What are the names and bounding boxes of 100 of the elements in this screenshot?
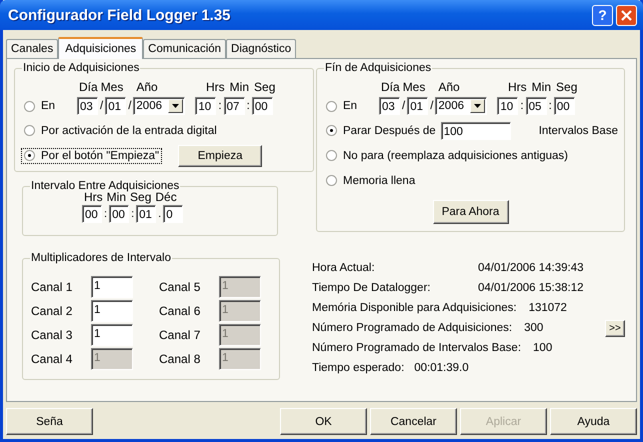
- column-label: Mes: [100, 80, 124, 94]
- info-label: Tiempo esperado:: [312, 362, 404, 374]
- input-field: 1: [219, 348, 261, 370]
- dialog-button[interactable]: Ayuda: [550, 408, 637, 435]
- column-label: Hrs: [508, 80, 527, 94]
- input-field[interactable]: 0: [163, 205, 184, 223]
- separator-text: .: [157, 208, 162, 220]
- column-label: Hrs: [206, 80, 225, 94]
- radio-option[interactable]: Parar Después de: [323, 122, 439, 138]
- separator-text: :: [548, 100, 553, 112]
- separator-text: :: [519, 100, 525, 112]
- separator-text: /: [127, 100, 132, 112]
- column-label: Día: [79, 80, 98, 94]
- dialog-button[interactable]: Cancelar: [370, 408, 457, 435]
- info-value: 04/01/2006 15:38:12: [478, 282, 584, 294]
- group-title: Intervalo Entre Adquisiciones: [30, 180, 180, 192]
- info-value: 131072: [528, 302, 567, 314]
- separator-text: :: [246, 100, 251, 112]
- close-button[interactable]: [616, 4, 637, 26]
- input-field: 1: [219, 276, 261, 298]
- info-label: Número Programado de Adquisiciones:: [312, 322, 512, 334]
- group-title: Multiplicadores de Intervalo: [30, 252, 172, 264]
- separator-text: /: [429, 100, 434, 112]
- input-field[interactable]: 100: [440, 122, 511, 140]
- column-label: Seg: [130, 190, 152, 204]
- radio-option[interactable]: Por activación de la entrada digital: [21, 122, 220, 138]
- radio-option[interactable]: Por el botón "Empieza": [21, 148, 162, 164]
- start-button[interactable]: Empieza: [178, 144, 262, 166]
- separator-text: /: [99, 100, 104, 112]
- info-label: Número Programado de Intervalos Base:: [312, 342, 522, 354]
- unit-label: Intervalos Base: [538, 124, 618, 136]
- channel-label: Canal 1: [31, 280, 74, 294]
- column-label: Seg: [556, 80, 578, 94]
- column-label: Año: [438, 80, 460, 94]
- input-field[interactable]: 1: [91, 324, 133, 346]
- caret-icon: [474, 104, 482, 108]
- input-field[interactable]: 00: [554, 97, 575, 115]
- dropdown[interactable]: 2006: [435, 97, 488, 115]
- input-field[interactable]: 07: [224, 97, 245, 115]
- radio-option[interactable]: Memoria llena: [323, 172, 418, 188]
- dialog-button[interactable]: Seña: [6, 408, 93, 435]
- column-label: Min: [532, 80, 552, 94]
- dropdown[interactable]: 2006: [133, 97, 186, 115]
- info-label: Tiempo De Datalogger:: [312, 282, 432, 294]
- dropdown-arrow-button[interactable]: [470, 99, 486, 113]
- channel-label: Canal 8: [159, 352, 202, 366]
- column-label: Min: [230, 80, 250, 94]
- column-label: Día: [381, 80, 400, 94]
- info-value: 300: [524, 322, 544, 334]
- close-icon: [621, 10, 632, 20]
- column-label: Año: [136, 80, 158, 94]
- input-field[interactable]: 00: [82, 205, 102, 223]
- channel-label: Canal 6: [159, 304, 202, 318]
- group-title: Fín de Adquisiciones: [324, 62, 432, 74]
- info-value: 100: [533, 342, 552, 354]
- more-button[interactable]: >>: [605, 320, 625, 336]
- help-button[interactable]: ?: [592, 4, 613, 26]
- tab[interactable]: Diagnóstico: [226, 39, 296, 58]
- radio-option[interactable]: No para (reemplaza adquisiciones antiguas): [323, 148, 572, 164]
- stop-now-button[interactable]: Para Ahora: [432, 200, 508, 224]
- radio-option[interactable]: En: [21, 98, 77, 114]
- separator-text: /: [401, 100, 406, 112]
- input-field[interactable]: 03: [77, 97, 98, 115]
- column-label: Mes: [402, 80, 426, 94]
- input-field[interactable]: 1: [91, 276, 133, 298]
- info-label: Memória Disponible para Adquisiciones:: [312, 302, 517, 314]
- input-field: 1: [219, 300, 261, 322]
- info-label: Hora Actual:: [312, 262, 376, 274]
- input-field[interactable]: 01: [407, 97, 428, 115]
- input-field: 1: [219, 324, 261, 346]
- input-field: 1: [91, 348, 133, 370]
- input-field[interactable]: 1: [91, 300, 133, 322]
- radio-option[interactable]: En: [323, 98, 379, 114]
- caret-icon: [172, 104, 180, 108]
- dialog-button: Aplicar: [460, 408, 547, 435]
- tab[interactable]: Comunicación: [143, 39, 226, 58]
- info-value: 00:01:39.0: [414, 362, 469, 374]
- input-field[interactable]: 00: [252, 97, 273, 115]
- input-field[interactable]: 00: [109, 205, 130, 223]
- group-title: Inicio de Adquisiciones: [22, 62, 140, 74]
- input-field[interactable]: 01: [136, 205, 156, 223]
- input-field[interactable]: 10: [497, 97, 518, 115]
- tab[interactable]: Canales: [6, 39, 58, 58]
- separator-text: :: [130, 208, 136, 220]
- dropdown-arrow-button[interactable]: [168, 99, 184, 113]
- separator-text: :: [217, 100, 223, 112]
- channel-label: Canal 2: [31, 304, 74, 318]
- channel-label: Canal 4: [31, 352, 74, 366]
- input-field[interactable]: 10: [195, 97, 216, 115]
- input-field[interactable]: 01: [105, 97, 126, 115]
- input-field[interactable]: 03: [379, 97, 400, 115]
- info-value: 04/01/2006 14:39:43: [478, 262, 584, 274]
- separator-text: :: [103, 208, 108, 220]
- channel-label: Canal 7: [159, 328, 202, 342]
- dialog-button[interactable]: OK: [280, 408, 367, 435]
- tab[interactable]: Adquisiciones: [58, 37, 144, 59]
- column-label: Hrs: [84, 190, 103, 204]
- input-field[interactable]: 05: [526, 97, 547, 115]
- column-label: Min: [106, 190, 126, 204]
- channel-label: Canal 3: [31, 328, 74, 342]
